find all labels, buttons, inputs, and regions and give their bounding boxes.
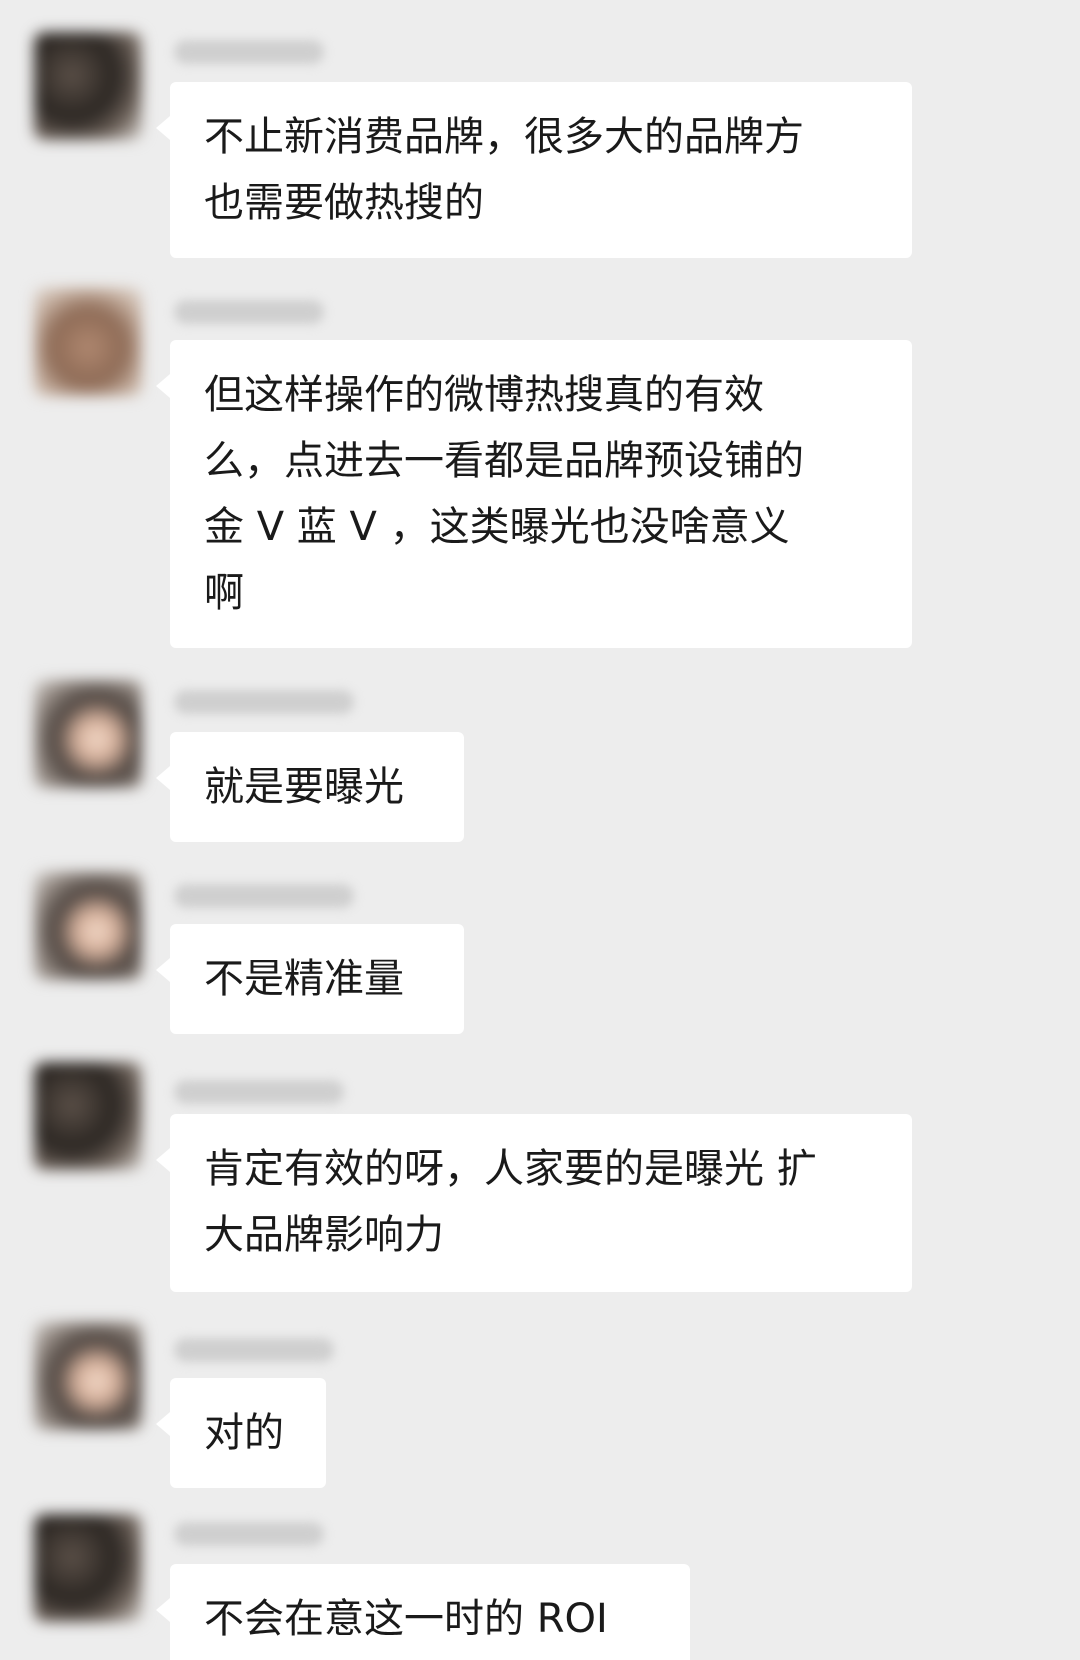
sender-name-blurred xyxy=(174,1080,344,1104)
message-bubble[interactable]: 对的 xyxy=(156,1378,326,1488)
avatar[interactable] xyxy=(34,872,142,980)
message-bubble[interactable]: 但这样操作的微博热搜真的有效 么，点进去一看都是品牌预设铺的 金 V 蓝 V ，… xyxy=(156,340,912,648)
avatar[interactable] xyxy=(34,1514,142,1622)
chat-view: 不止新消费品牌，很多大的品牌方 也需要做热搜的 但这样操作的微博热搜真的有效 么… xyxy=(0,0,1080,1660)
message-bubble[interactable]: 肯定有效的呀，人家要的是曝光 扩 大品牌影响力 xyxy=(156,1114,912,1292)
avatar[interactable] xyxy=(34,680,142,788)
sender-name-blurred xyxy=(174,40,324,64)
sender-name-blurred xyxy=(174,300,324,324)
sender-name-blurred xyxy=(174,1522,324,1546)
message-bubble[interactable]: 不是精准量 xyxy=(156,924,464,1034)
sender-name-blurred xyxy=(174,690,354,714)
avatar[interactable] xyxy=(34,288,142,396)
avatar[interactable] xyxy=(34,32,142,140)
message-bubble[interactable]: 不止新消费品牌，很多大的品牌方 也需要做热搜的 xyxy=(156,82,912,258)
sender-name-blurred xyxy=(174,1338,334,1362)
message-bubble[interactable]: 不会在意这一时的 ROI xyxy=(156,1564,690,1660)
avatar[interactable] xyxy=(34,1322,142,1430)
sender-name-blurred xyxy=(174,884,354,908)
message-bubble[interactable]: 就是要曝光 xyxy=(156,732,464,842)
avatar[interactable] xyxy=(34,1062,142,1170)
